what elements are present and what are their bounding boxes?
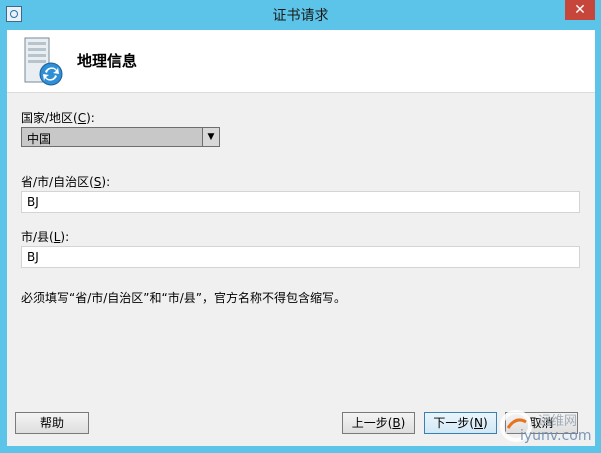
back-button[interactable]: 上一步(B) (342, 412, 415, 434)
help-button[interactable]: 帮助 (15, 412, 89, 434)
window-title: 证书请求 (272, 8, 329, 24)
watermark-text: 运维网 (538, 414, 578, 429)
city-label: 市/县(L): (21, 230, 70, 244)
watermark-url: iyunv.com (520, 428, 592, 444)
country-select[interactable]: 中国 ▼ (21, 127, 220, 147)
server-certificate-icon (24, 37, 63, 86)
country-select-value: 中国 (27, 132, 52, 146)
next-button[interactable]: 下一步(N) (424, 412, 497, 434)
city-input[interactable] (21, 246, 580, 268)
country-label: 国家/地区(C): (21, 111, 95, 125)
instruction-note: 必须填写“省/市/自治区”和“市/县”，官方名称不得包含缩写。 (21, 291, 346, 305)
province-input[interactable] (21, 191, 580, 213)
close-button[interactable]: ✕ (565, 0, 595, 20)
page-header: 地理信息 (7, 30, 595, 93)
page-title: 地理信息 (77, 52, 138, 70)
title-bar: 证书请求 ✕ (0, 0, 601, 30)
chevron-down-icon[interactable]: ▼ (202, 128, 219, 146)
dialog-body: 地理信息 国家/地区(C): 中国 ▼ 省/市/自治区(S): 市/县(L): … (7, 30, 595, 446)
province-label: 省/市/自治区(S): (21, 175, 111, 189)
